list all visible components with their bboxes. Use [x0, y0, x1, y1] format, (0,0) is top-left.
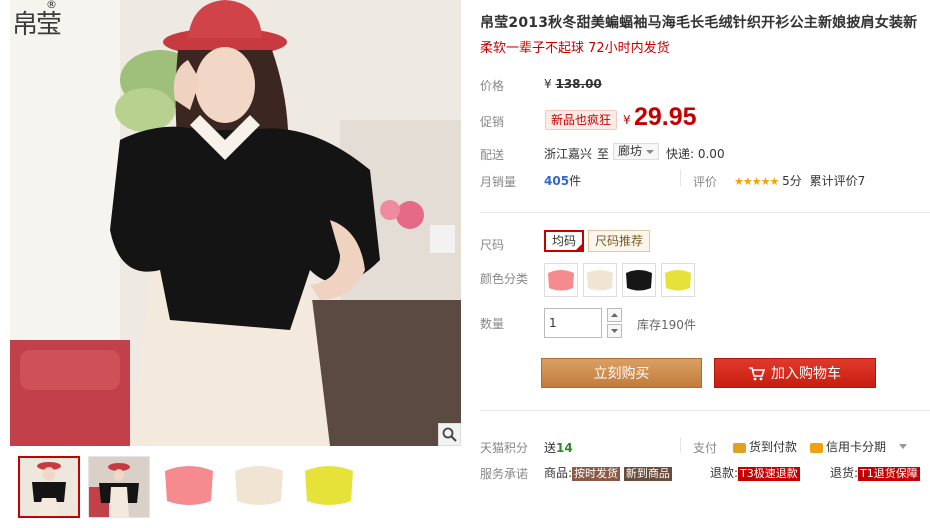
credit-card-icon [810, 442, 823, 453]
product-title: 帛莹2013秋冬甜美蝙蝠袖马海毛长毛绒针织开衫公主新娘披肩女装新 [480, 15, 918, 31]
select-caret-icon [646, 150, 655, 154]
color-label: 颜色分类 [480, 272, 529, 286]
section-divider [480, 212, 930, 213]
promo-badge: 新品也疯狂 [545, 110, 618, 130]
delivery-to-word: 至 [597, 147, 610, 161]
sales-count: 405 [544, 174, 570, 188]
promo-currency: ¥ [623, 113, 631, 127]
cart-icon [749, 367, 765, 381]
brand-logo: 帛莹 ® [10, 0, 70, 56]
rating-score: 5分 [782, 174, 802, 188]
color-swatch-yellow[interactable] [661, 263, 695, 297]
currency-symbol: ¥ [544, 77, 552, 91]
size-label: 尺码 [480, 238, 505, 252]
quantity-label: 数量 [480, 317, 505, 331]
cod-icon [733, 442, 746, 453]
product-subtitle: 柔软一辈子不起球 72小时内发货 [480, 41, 670, 56]
rating-label: 评价 [693, 175, 718, 189]
dropdown-icon[interactable] [899, 444, 907, 449]
tag-new-goods[interactable]: 新到商品 [623, 467, 672, 481]
sales-unit: 件 [569, 174, 582, 188]
city-value: 廊坊 [618, 144, 643, 158]
product-gallery: 帛莹 ® [10, 0, 461, 528]
pay-label: 支付 [693, 441, 718, 455]
points-send-word: 送 [544, 441, 557, 455]
thumbnail-3[interactable] [158, 456, 220, 518]
rating-stars: ★★★★★ [734, 175, 779, 188]
promo-price: 29.95 [634, 103, 697, 131]
thumbnail-1[interactable] [18, 456, 80, 518]
return-prefix: 退货: [830, 466, 859, 480]
goods-prefix: 商品: [544, 466, 573, 480]
sales-label: 月销量 [480, 175, 517, 189]
refund-prefix: 退款: [710, 466, 739, 480]
thumbnail-4[interactable] [228, 456, 290, 518]
thumbnail-strip [10, 456, 461, 520]
tag-on-time[interactable]: 按时发货 [572, 467, 621, 481]
promo-label: 促销 [480, 115, 505, 129]
rating: ★★★★★ 5分 累计评价7 [734, 172, 865, 189]
credit-label: 信用卡分期 [826, 440, 887, 454]
service-return: 退货: T1退货保障 [830, 464, 930, 481]
color-swatch-pink[interactable] [544, 263, 578, 297]
service-refund: 退款: T3极速退款 [710, 464, 800, 481]
stock-info: 库存190件 [637, 318, 696, 332]
city-select[interactable]: 廊坊 [613, 143, 660, 160]
delivery-from: 浙江嘉兴 [544, 147, 593, 161]
total-reviews-link[interactable]: 累计评价7 [810, 174, 866, 188]
tag-fast-refund[interactable]: T3极速退款 [738, 467, 800, 481]
thumbnail-2[interactable] [88, 456, 150, 518]
delivery-label: 配送 [480, 148, 505, 162]
divider [680, 437, 681, 453]
points-label: 天猫积分 [480, 441, 529, 455]
size-recommend-button[interactable]: 尺码推荐 [588, 230, 651, 252]
add-cart-label: 加入购物车 [771, 366, 841, 382]
price-label: 价格 [480, 79, 505, 93]
main-product-image[interactable]: 帛莹 ® [10, 0, 461, 446]
service-goods: 商品: 按时发货 新到商品 [544, 464, 672, 481]
points-value-wrap: 送14 [544, 439, 573, 456]
divider [680, 170, 681, 186]
express-fee: 快递: 0.00 [666, 147, 725, 161]
product-info: 帛莹2013秋冬甜美蝙蝠袖马海毛长毛绒针织开衫公主新娘披肩女装新 柔软一辈子不起… [480, 0, 930, 528]
registered-mark: ® [46, 0, 57, 11]
original-price: ¥ 138.00 [544, 77, 602, 91]
product-photo [10, 0, 461, 446]
quantity-input[interactable]: 1 [544, 308, 602, 338]
cod-option[interactable]: 货到付款 [733, 438, 797, 455]
points-value: 14 [556, 441, 573, 455]
buy-now-button[interactable]: 立刻购买 [541, 358, 702, 388]
sales-count-wrap: 405件 [544, 172, 581, 189]
service-label: 服务承诺 [480, 467, 529, 481]
credit-option[interactable]: 信用卡分期 [810, 438, 886, 455]
tag-return-guarantee[interactable]: T1退货保障 [858, 467, 920, 481]
size-option-onesize[interactable]: 均码 [544, 230, 585, 252]
qty-down-icon[interactable] [607, 324, 622, 338]
thumbnail-5[interactable] [298, 456, 360, 518]
original-price-value: 138.00 [555, 77, 602, 91]
section-divider [480, 410, 930, 411]
color-swatch-cream[interactable] [583, 263, 617, 297]
color-swatch-black[interactable] [622, 263, 656, 297]
cod-label: 货到付款 [749, 440, 798, 454]
add-to-cart-button[interactable]: 加入购物车 [714, 358, 876, 388]
qty-up-icon[interactable] [607, 308, 622, 322]
zoom-icon[interactable] [438, 423, 461, 446]
